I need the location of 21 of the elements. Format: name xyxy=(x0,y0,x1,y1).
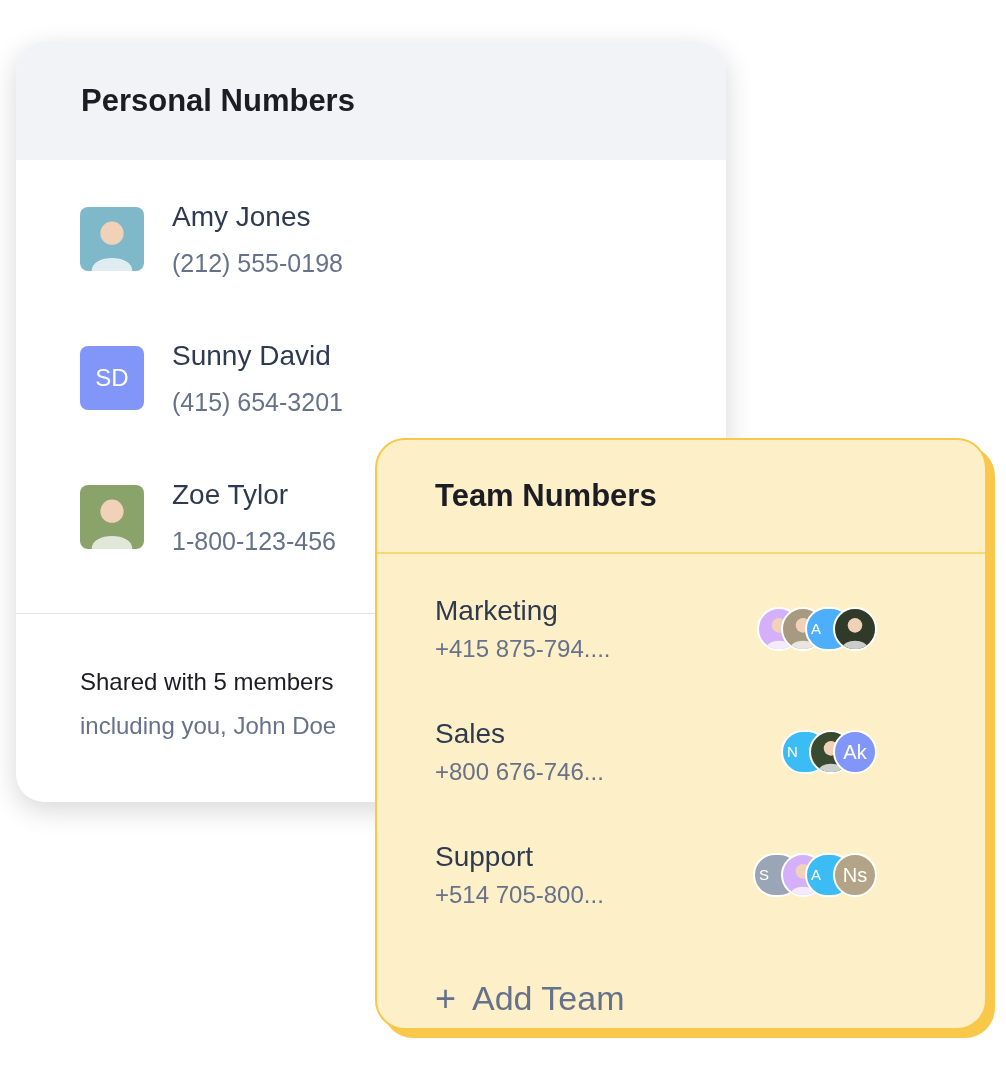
phone-number: 1-800-123-456 xyxy=(172,526,336,556)
plus-icon: + xyxy=(435,980,457,1017)
add-team-button[interactable]: + Add Team xyxy=(435,973,625,1024)
initials-avatar: Ak xyxy=(833,730,877,774)
phone-number: (212) 555-0198 xyxy=(172,248,343,278)
phone-number: (415) 654-3201 xyxy=(172,387,343,417)
phone-number: +514 705-800... xyxy=(435,880,604,910)
card-title: Team Numbers xyxy=(435,476,657,515)
team-name: Marketing xyxy=(435,594,559,628)
phone-number: +415 875-794.... xyxy=(435,634,611,664)
contact-name: Amy Jones xyxy=(172,200,312,234)
members-text: including you, John Doe xyxy=(80,711,337,741)
contact-name: Zoe Tylor xyxy=(172,478,290,512)
initials-avatar: Ns xyxy=(833,853,877,897)
card-title: Personal Numbers xyxy=(81,81,355,120)
initials-avatar: SD xyxy=(80,346,144,410)
team-name: Support xyxy=(435,840,535,874)
team-name: Sales xyxy=(435,717,507,751)
shared-text: Shared with 5 members xyxy=(80,667,334,697)
contact-name: Sunny David xyxy=(172,339,332,373)
phone-number: +800 676-746... xyxy=(435,757,604,787)
